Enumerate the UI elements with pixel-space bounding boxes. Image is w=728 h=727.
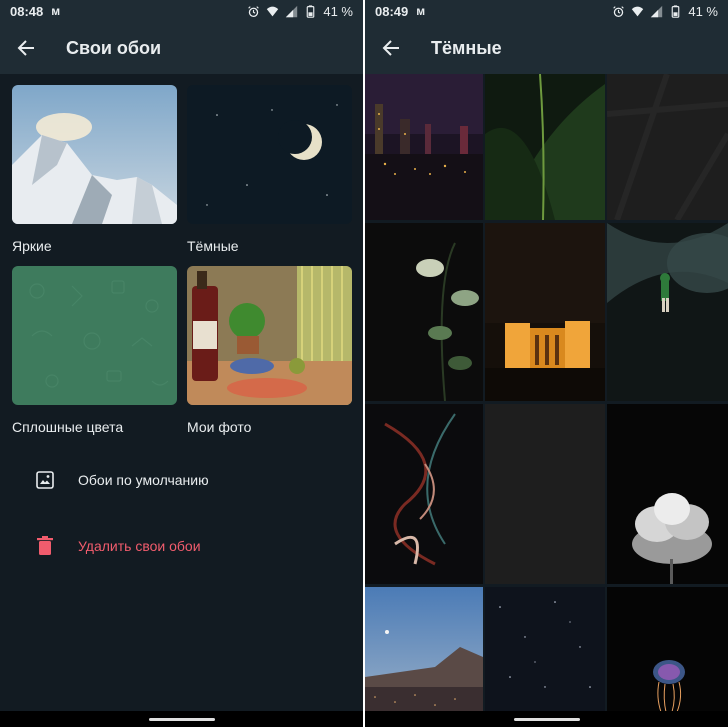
battery-percent: 41 % — [688, 3, 718, 19]
dark-wallpapers-screen: 08:49 ᴍ 41 % Тёмные — [365, 0, 728, 727]
battery-icon — [672, 4, 680, 18]
back-button[interactable] — [0, 22, 52, 74]
alarm-icon — [248, 5, 260, 17]
status-icons: 41 % — [612, 4, 718, 19]
category-dark-thumbnail — [187, 85, 352, 224]
default-wallpaper-row[interactable]: Обои по умолчанию — [0, 452, 363, 508]
delete-wallpaper-row[interactable]: Удалить свои обои — [0, 518, 363, 574]
battery-percent: 41 % — [323, 3, 353, 19]
wallpaper-starry-sky[interactable] — [485, 587, 605, 714]
app-notification-icon: ᴍ — [416, 4, 426, 18]
page-title: Тёмные — [431, 37, 502, 58]
category-label: Мои фото — [187, 419, 252, 435]
wallpaper-grid — [365, 74, 728, 714]
category-bright[interactable]: Яркие — [12, 85, 177, 254]
status-bar: 08:48 ᴍ 41 % — [0, 0, 363, 22]
wallpaper-dark-plant[interactable] — [365, 223, 483, 401]
category-label: Тёмные — [187, 238, 239, 254]
wallpaper-categories-screen: 08:48 ᴍ 41 % Свои обои Яркие Тёмные Спло… — [0, 0, 363, 727]
signal-icon — [286, 5, 298, 17]
home-gesture-handle[interactable] — [148, 717, 215, 721]
category-my-photos-thumbnail — [187, 266, 352, 405]
wallpaper-city-skyline-night[interactable] — [365, 74, 483, 220]
status-time: 08:49 — [375, 3, 409, 19]
wifi-icon — [267, 6, 279, 16]
app-notification-icon: ᴍ — [51, 4, 61, 18]
wallpaper-white-flower[interactable] — [607, 404, 728, 584]
app-bar: Свои обои — [0, 22, 363, 74]
category-solid-colors[interactable]: Сплошные цвета — [12, 266, 177, 435]
alarm-icon — [613, 5, 625, 17]
category-label: Сплошные цвета — [12, 419, 124, 435]
status-icons: 41 % — [247, 4, 353, 19]
arrow-back-icon — [17, 40, 34, 56]
category-bright-thumbnail — [12, 85, 177, 224]
back-button[interactable] — [365, 22, 417, 74]
status-bar: 08:49 ᴍ 41 % — [365, 0, 728, 22]
delete-wallpaper-label: Удалить свои обои — [78, 538, 201, 554]
wallpaper-twilight-mountain-city[interactable] — [365, 587, 483, 714]
gesture-nav-bar — [0, 711, 363, 727]
category-my-photos[interactable]: Мои фото — [187, 266, 352, 435]
wallpaper-light-trails[interactable] — [365, 404, 483, 584]
category-dark[interactable]: Тёмные — [187, 85, 352, 254]
home-gesture-handle[interactable] — [513, 717, 580, 721]
default-wallpaper-label: Обои по умолчанию — [78, 472, 209, 488]
trash-icon — [34, 535, 56, 557]
battery-icon — [307, 4, 315, 18]
signal-icon — [651, 5, 663, 17]
app-bar: Тёмные — [365, 22, 728, 74]
arrow-back-icon — [382, 40, 399, 56]
category-label: Яркие — [12, 238, 52, 254]
wallpaper-cave-climber[interactable] — [607, 223, 728, 401]
wallpaper-dark-texture[interactable] — [485, 404, 605, 584]
page-title: Свои обои — [66, 37, 162, 58]
wallpaper-dark-stone-texture[interactable] — [607, 74, 728, 220]
image-icon — [34, 469, 56, 491]
gesture-nav-bar — [365, 711, 728, 727]
wallpaper-jellyfish[interactable] — [607, 587, 728, 714]
wallpaper-green-leaf[interactable] — [485, 74, 605, 220]
wifi-icon — [632, 6, 644, 16]
category-solid-thumbnail — [12, 266, 177, 405]
status-time: 08:48 — [10, 3, 44, 19]
wallpaper-illuminated-temple[interactable] — [485, 223, 605, 401]
